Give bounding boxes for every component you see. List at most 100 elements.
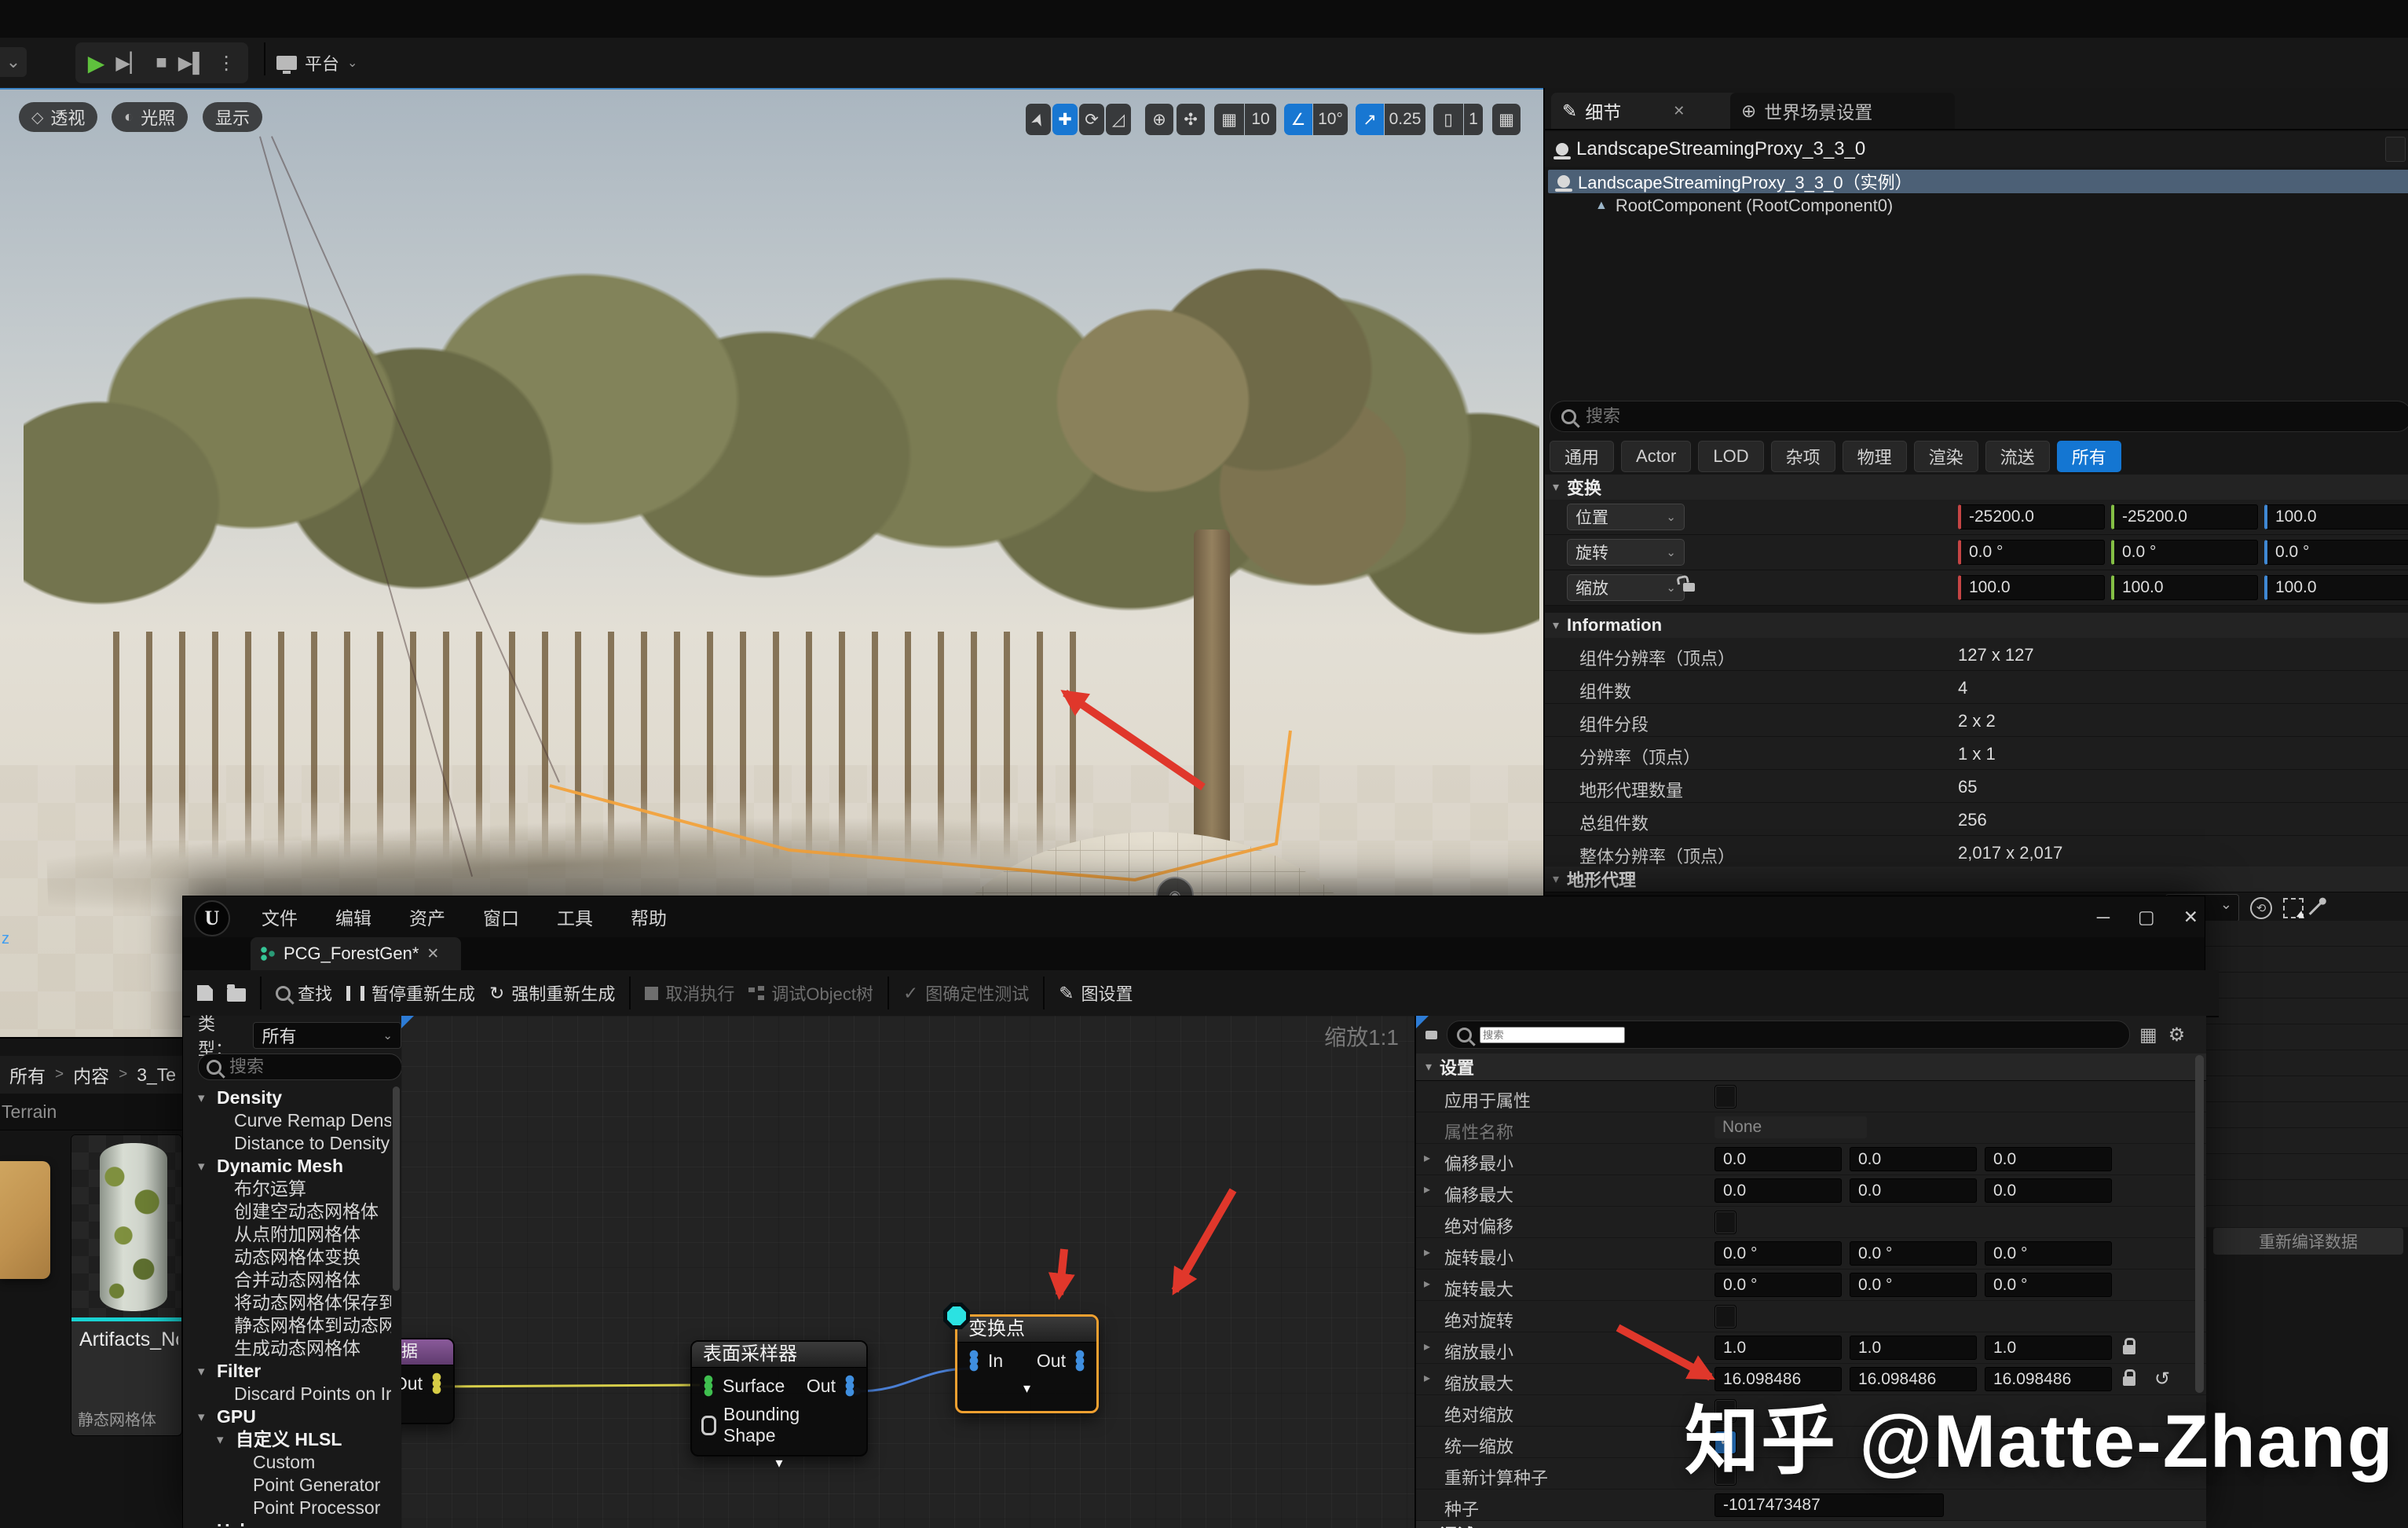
value-y[interactable]: 100.0 — [2111, 575, 2258, 600]
pause-regen-button[interactable]: 暂停重新生成 — [346, 980, 475, 1006]
gear-icon[interactable]: ⚙ — [2168, 1024, 2186, 1046]
value-x[interactable]: 0.0 — [1715, 1147, 1842, 1171]
value-x[interactable]: 0.0 ° — [1715, 1273, 1842, 1297]
filter-chip[interactable]: 物理 — [1843, 441, 1907, 472]
menu-item[interactable]: 编辑 — [335, 903, 371, 930]
perspective-button[interactable]: ◇ 透视 — [19, 102, 97, 132]
maximize-viewport-button[interactable]: ▦ — [1492, 104, 1521, 135]
pcg-details-search[interactable] — [1447, 1020, 2130, 1049]
menu-item[interactable]: 帮助 — [631, 903, 667, 930]
browse-to-icon[interactable]: ⟲ — [2250, 897, 2272, 919]
node-collapse-chevron[interactable]: ▾ — [692, 1455, 866, 1471]
value-z[interactable]: 0.0 ° — [1985, 1273, 2112, 1297]
grid-view-icon[interactable]: ▦ — [2139, 1024, 2157, 1046]
transform-axis-select[interactable]: 缩放⌄ — [1567, 574, 1685, 601]
angle-snap-value[interactable]: 10° — [1313, 104, 1348, 135]
palette-type-dropdown[interactable]: 所有 ⌄ — [253, 1022, 401, 1049]
name-row-aux-box[interactable] — [2385, 137, 2406, 162]
attribute-name-value[interactable]: None — [1715, 1116, 1867, 1138]
recompile-data-button[interactable]: 重新编译数据 — [2213, 1228, 2403, 1255]
toolbar-mini-chip[interactable]: ⌄ — [0, 47, 27, 77]
eyedropper-icon[interactable] — [2309, 901, 2323, 915]
surface-snap-button[interactable]: ✣ — [1177, 104, 1205, 135]
transform-section-header[interactable]: ▾ 变换 — [1545, 475, 2408, 500]
settings-section-header[interactable]: ▾ 设置 — [1416, 1053, 2206, 1081]
unlock-icon[interactable] — [1425, 1031, 1437, 1039]
pcg-titlebar[interactable]: U 文件编辑资产窗口工具帮助 ─ ▢ ✕ — [183, 896, 2205, 937]
minimize-button[interactable]: ─ — [2097, 907, 2110, 928]
node-get-data-partial[interactable]: 据 Out — [401, 1338, 455, 1424]
save-icon[interactable] — [197, 985, 213, 1001]
palette-item[interactable]: 从点附加网格体 — [190, 1223, 391, 1246]
palette-item[interactable]: GPU — [190, 1405, 391, 1428]
checkbox[interactable] — [1715, 1211, 1736, 1234]
palette-item[interactable]: Point Processor — [190, 1497, 391, 1519]
out-pin[interactable] — [1073, 1350, 1087, 1372]
lock-icon[interactable] — [2123, 1345, 2135, 1354]
palette-item[interactable]: Custom — [190, 1451, 391, 1474]
menu-item[interactable]: 资产 — [409, 903, 445, 930]
value-z[interactable]: 0.0 ° — [2264, 540, 2408, 565]
value-y[interactable]: 0.0 ° — [2111, 540, 2258, 565]
browse-asset-icon[interactable] — [227, 988, 246, 1002]
stop-button[interactable]: ■ — [156, 52, 167, 74]
world-local-toggle[interactable]: ⊕ — [1145, 104, 1173, 135]
unlock-icon[interactable] — [1683, 583, 1695, 592]
seed-value[interactable]: -1017473487 — [1715, 1493, 1944, 1517]
palette-item[interactable]: 动态网格体变换 — [190, 1246, 391, 1269]
debug-section-header[interactable]: ▾ 调试 — [1416, 1521, 2206, 1528]
value-x[interactable]: 0.0 ° — [1715, 1241, 1842, 1266]
find-button[interactable]: 查找 — [276, 980, 332, 1006]
menu-item[interactable]: 文件 — [262, 903, 298, 930]
pcg-details-search-input[interactable] — [1480, 1027, 1625, 1043]
select-object-icon[interactable] — [2283, 898, 2304, 918]
palette-item[interactable]: 自定义 HLSL — [190, 1428, 391, 1451]
bounding-shape-pin[interactable] — [701, 1416, 716, 1435]
value-z[interactable]: 100.0 — [2264, 504, 2408, 529]
out-pin[interactable] — [843, 1375, 857, 1397]
path-filter[interactable]: Terrain — [0, 1094, 184, 1130]
palette-item[interactable]: Filter — [190, 1360, 391, 1383]
filter-chip[interactable]: 流送 — [1985, 441, 2050, 472]
show-flags-button[interactable]: 显示 — [203, 102, 262, 132]
details-search[interactable] — [1550, 401, 2408, 432]
camera-speed-button[interactable]: ▯ — [1433, 104, 1463, 135]
step-button[interactable]: ▶▏ — [115, 52, 145, 75]
palette-item[interactable]: 静态网格体到动态网格 — [190, 1314, 391, 1337]
pcg-details-scrollbar[interactable] — [2195, 1055, 2204, 1393]
value-y[interactable]: 0.0 — [1850, 1178, 1977, 1203]
play-button[interactable]: ▶ — [88, 50, 105, 76]
checkbox[interactable] — [1715, 1085, 1736, 1108]
search-input[interactable] — [1584, 405, 2310, 427]
filter-chip[interactable]: 渲染 — [1914, 441, 1978, 472]
move-tool-button[interactable]: ✚ — [1052, 104, 1078, 135]
pcg-graph-canvas[interactable]: 缩放1:1 据 Out 表面采样器 Surface Out — [401, 1016, 1414, 1528]
determinism-test-button[interactable]: ✓图确定性测试 — [903, 980, 1029, 1006]
palette-item[interactable]: Curve Remap Density — [190, 1109, 391, 1132]
close-icon[interactable]: ✕ — [1673, 103, 1685, 119]
folder-tile[interactable] — [0, 1161, 50, 1279]
rotate-tool-button[interactable]: ⟳ — [1079, 104, 1104, 135]
information-section-header[interactable]: ▾ Information — [1545, 613, 2408, 639]
value-z[interactable]: 0.0 — [1985, 1178, 2112, 1203]
value-y[interactable]: 0.0 — [1850, 1147, 1977, 1171]
play-options-kebab-icon[interactable]: ⋮ — [217, 52, 236, 75]
filter-chip[interactable]: 所有 — [2057, 441, 2121, 472]
palette-item[interactable]: Point Generator — [190, 1474, 391, 1497]
output-pin[interactable] — [430, 1372, 444, 1394]
palette-item[interactable]: 布尔运算 — [190, 1178, 391, 1200]
cancel-exec-button[interactable]: 取消执行 — [645, 980, 734, 1006]
palette-item[interactable]: 创建空动态网格体 — [190, 1200, 391, 1223]
value-z[interactable]: 100.0 — [2264, 575, 2408, 600]
transform-axis-select[interactable]: 旋转⌄ — [1567, 539, 1685, 566]
breadcrumb-all[interactable]: 所有 — [9, 1061, 46, 1088]
maximize-button[interactable]: ▢ — [2138, 907, 2155, 928]
select-tool-button[interactable]: ➤ — [1026, 104, 1051, 135]
in-pin[interactable] — [967, 1350, 981, 1372]
palette-item[interactable]: 合并动态网格体 — [190, 1269, 391, 1292]
palette-item[interactable]: 生成动态网格体 — [190, 1337, 391, 1360]
transform-axis-select[interactable]: 位置⌄ — [1567, 504, 1685, 530]
node-transform-points[interactable]: 变换点 In Out ▾ — [955, 1314, 1099, 1413]
scale-tool-button[interactable]: ◿ — [1106, 104, 1131, 135]
palette-item[interactable]: Discard Points on Irre — [190, 1383, 391, 1405]
